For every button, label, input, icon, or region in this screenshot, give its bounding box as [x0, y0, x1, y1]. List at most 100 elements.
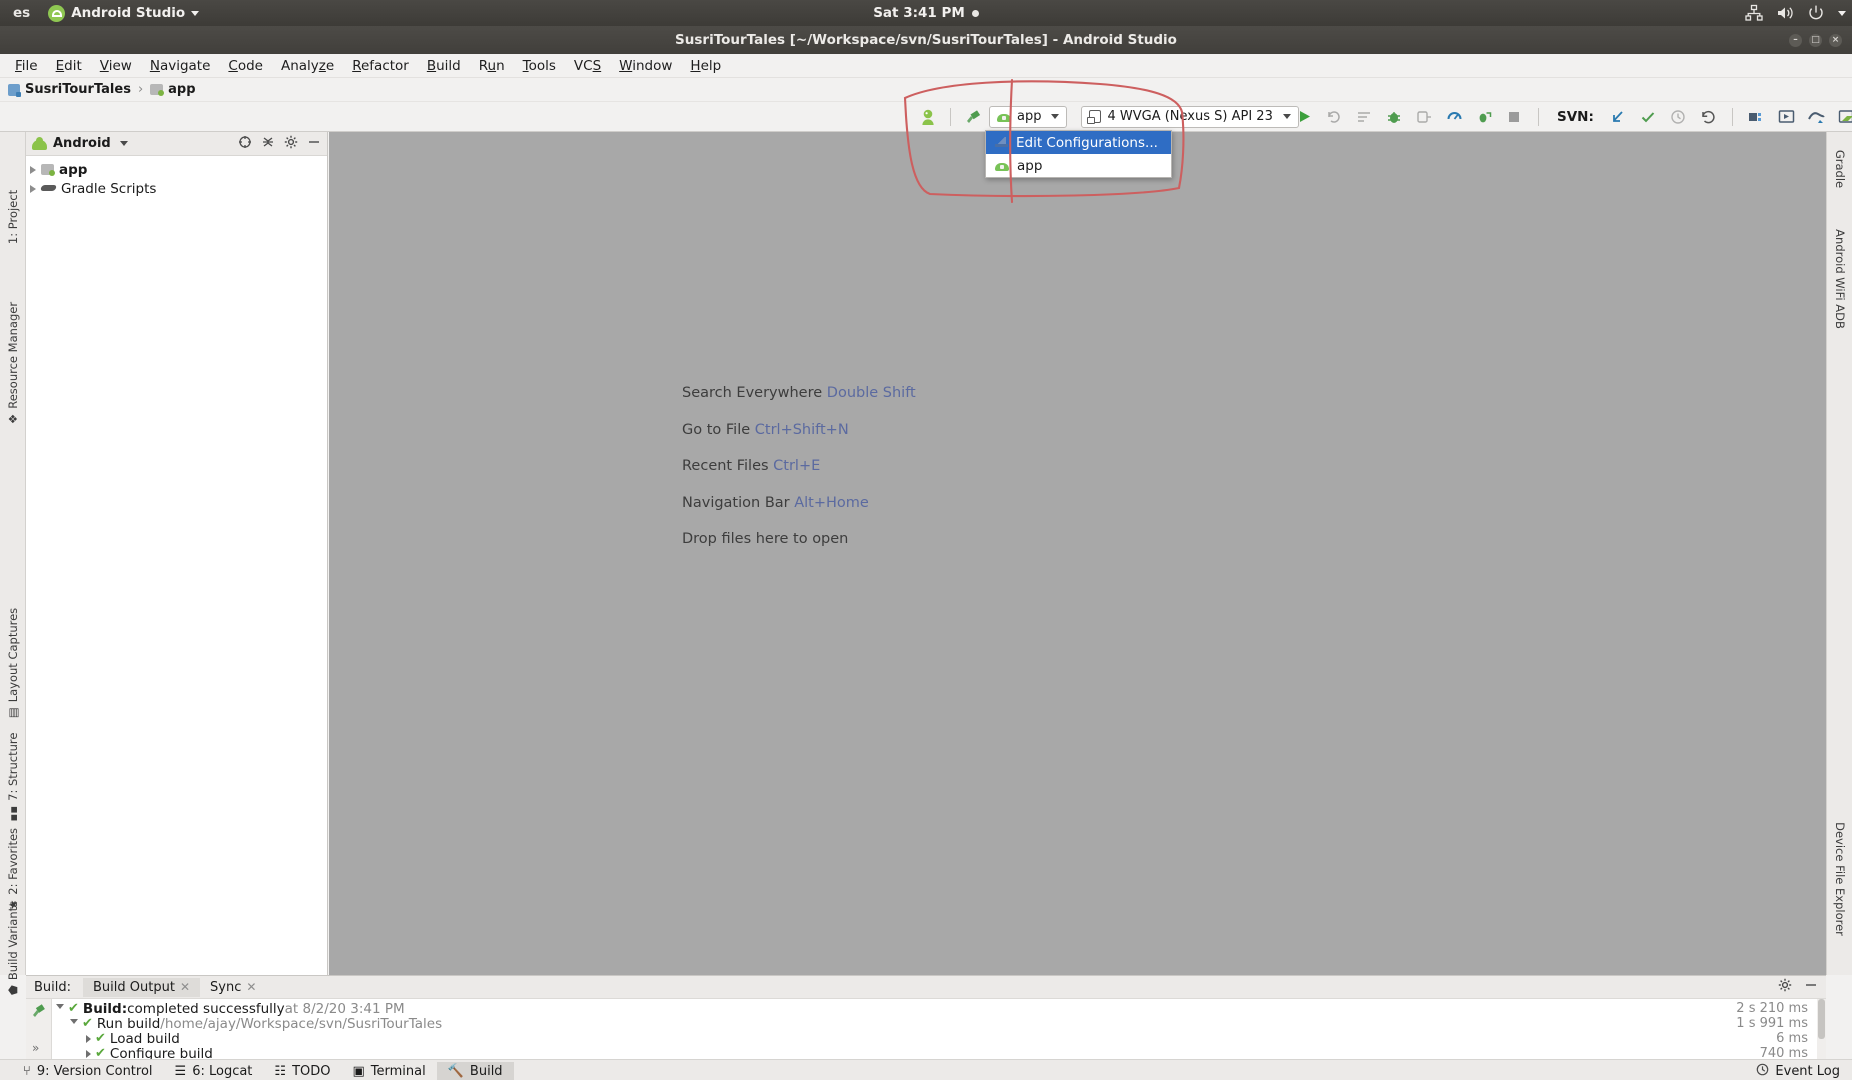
svn-rollback-icon[interactable] — [1696, 105, 1720, 129]
tab-sync[interactable]: Sync ✕ — [200, 978, 266, 997]
close-icon[interactable]: ✕ — [246, 980, 256, 994]
menu-view[interactable]: View — [91, 56, 141, 76]
editor-empty-area[interactable]: Search Everywhere Double Shift Go to Fil… — [329, 132, 1826, 975]
os-clock[interactable]: Sat 3:41 PM — [873, 5, 965, 21]
attach-debugger-icon[interactable] — [1472, 105, 1496, 129]
collapse-arrow-icon[interactable] — [56, 1004, 64, 1013]
project-view-selector[interactable]: Android — [32, 136, 128, 151]
os-panel-left: es Android Studio — [0, 0, 208, 26]
menu-item-app[interactable]: app — [986, 154, 1171, 177]
expand-arrow-icon[interactable] — [86, 1034, 91, 1043]
debug-icon[interactable] — [1382, 105, 1406, 129]
select-opened-file-icon[interactable] — [238, 135, 252, 153]
menu-run[interactable]: Run — [470, 56, 514, 76]
apply-code-changes-icon[interactable] — [1352, 105, 1376, 129]
expand-arrow-icon[interactable] — [30, 184, 36, 193]
network-icon[interactable] — [1745, 4, 1763, 22]
profile-icon[interactable] — [1442, 105, 1466, 129]
window-title: SusriTourTales [~/Workspace/svn/SusriTou… — [675, 32, 1177, 48]
menu-tools[interactable]: Tools — [514, 56, 565, 76]
hint-label: Drop files here to open — [682, 531, 849, 547]
build-row-0-dim: at 8/2/20 3:41 PM — [284, 1000, 405, 1017]
build-hammer-icon[interactable] — [30, 1002, 47, 1023]
power-icon[interactable] — [1807, 4, 1825, 22]
sidebar-item-favorites[interactable]: ★ 2: Favorites — [6, 828, 20, 910]
tab-version-control[interactable]: ⑂ 9: Version Control — [12, 1062, 164, 1080]
run-with-coverage-icon[interactable] — [1412, 105, 1436, 129]
tab-terminal[interactable]: ▣ Terminal — [341, 1062, 436, 1080]
svn-history-icon[interactable] — [1666, 105, 1690, 129]
avd-manager-icon[interactable] — [916, 105, 940, 129]
sidebar-item-gradle[interactable]: Gradle — [1833, 150, 1847, 188]
sidebar-item-device-file-explorer[interactable]: Device File Explorer — [1833, 822, 1847, 936]
tab-logcat[interactable]: ☰ 6: Logcat — [164, 1062, 264, 1080]
menu-navigate[interactable]: Navigate — [141, 56, 220, 76]
build-row-3[interactable]: ✔ Configure build 740 ms — [52, 1046, 1826, 1060]
build-panel-scrollbar[interactable] — [1817, 999, 1826, 1060]
tab-build[interactable]: 🔨 Build — [436, 1061, 514, 1080]
collapse-all-icon[interactable] — [261, 135, 275, 153]
sidebar-item-layout-captures[interactable]: ▤ Layout Captures — [6, 608, 20, 718]
make-project-icon[interactable] — [961, 105, 985, 129]
build-output-tree[interactable]: ✔ Build: completed successfully at 8/2/2… — [52, 999, 1826, 1060]
menu-file[interactable]: File — [6, 56, 47, 76]
hint-shortcut: Ctrl+Shift+N — [754, 421, 849, 438]
device-selector[interactable]: 4 WVGA (Nexus S) API 23 — [1081, 105, 1299, 128]
project-icon — [8, 83, 21, 97]
close-button[interactable]: × — [1829, 33, 1842, 47]
breadcrumb-project[interactable]: SusriTourTales — [8, 82, 131, 97]
device-file-explorer-icon[interactable] — [1835, 105, 1852, 129]
build-row-2[interactable]: ✔ Load build 6 ms — [52, 1031, 1826, 1047]
settings-gear-icon[interactable] — [1778, 978, 1792, 996]
sidebar-item-resource-manager[interactable]: ❖ Resource Manager — [6, 302, 20, 424]
app-menu-android-studio[interactable]: Android Studio — [39, 0, 208, 26]
hint-search-everywhere: Search Everywhere Double Shift — [682, 386, 916, 401]
settings-gear-icon[interactable] — [284, 135, 298, 153]
sidebar-item-android-wifi-adb[interactable]: Android WiFi ADB — [1833, 229, 1847, 329]
menu-window[interactable]: Window — [610, 56, 681, 76]
expand-more-icon[interactable]: » — [32, 1041, 39, 1055]
run-icon[interactable] — [1292, 105, 1316, 129]
menu-build[interactable]: Build — [418, 56, 470, 76]
expand-arrow-icon[interactable] — [30, 165, 36, 174]
tab-todo[interactable]: ☷ TODO — [263, 1062, 341, 1080]
breadcrumb-module[interactable]: app — [150, 82, 196, 97]
menu-refactor[interactable]: Refactor — [343, 56, 418, 76]
sdk-manager-icon[interactable] — [1805, 105, 1829, 129]
sidebar-item-build-variants[interactable]: ⬟ Build Variants — [6, 901, 20, 995]
tab-todo-label: TODO — [292, 1063, 331, 1079]
hide-icon[interactable] — [307, 135, 321, 153]
apply-changes-icon[interactable] — [1322, 105, 1346, 129]
sidebar-item-structure[interactable]: ▪▪ 7: Structure — [6, 733, 20, 822]
collapse-arrow-icon[interactable] — [70, 1019, 78, 1028]
expand-arrow-icon[interactable] — [86, 1049, 91, 1058]
svn-commit-icon[interactable] — [1636, 105, 1660, 129]
build-row-0[interactable]: ✔ Build: completed successfully at 8/2/2… — [52, 1000, 1826, 1017]
menu-edit[interactable]: Edit — [47, 56, 91, 76]
volume-icon[interactable] — [1776, 4, 1794, 22]
tree-item-app[interactable]: app — [26, 160, 327, 179]
menu-item-edit-configurations[interactable]: Edit Configurations... — [986, 131, 1171, 154]
menu-code[interactable]: Code — [219, 56, 272, 76]
hide-icon[interactable] — [1804, 978, 1818, 996]
tab-build-output[interactable]: Build Output ✕ — [83, 977, 201, 997]
svn-update-project-icon[interactable] — [1606, 105, 1630, 129]
minimize-button[interactable]: – — [1789, 33, 1802, 47]
menu-vcs[interactable]: VCS — [565, 56, 610, 76]
tree-item-gradle-scripts-label: Gradle Scripts — [61, 180, 157, 197]
build-row-1[interactable]: ✔ Run build /home/ajay/Workspace/svn/Sus… — [52, 1016, 1826, 1032]
menu-help[interactable]: Help — [681, 56, 730, 76]
stop-icon[interactable] — [1502, 105, 1526, 129]
maximize-button[interactable]: □ — [1809, 33, 1822, 47]
event-log-button[interactable]: Event Log — [1756, 1063, 1840, 1080]
menu-analyze[interactable]: Analyze — [272, 56, 343, 76]
project-structure-icon[interactable] — [1745, 105, 1769, 129]
main-toolbar: app 4 WVGA (Nexus S) API 23 SVN: — [0, 102, 1852, 132]
scrollbar-thumb[interactable] — [1818, 999, 1825, 1039]
run-configuration-selector[interactable]: app — [989, 105, 1068, 128]
sidebar-item-project[interactable]: 1: Project — [6, 190, 20, 244]
tree-item-gradle-scripts[interactable]: Gradle Scripts — [26, 179, 327, 198]
tray-chevron-down-icon[interactable] — [1838, 10, 1846, 16]
close-icon[interactable]: ✕ — [180, 980, 190, 994]
avd-manager-toolbar-icon[interactable] — [1775, 105, 1799, 129]
